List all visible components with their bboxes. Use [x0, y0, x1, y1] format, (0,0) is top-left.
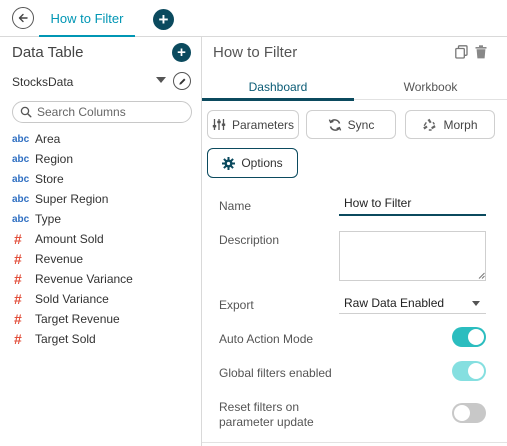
- reset-filters-toggle[interactable]: [452, 403, 486, 423]
- number-type-icon: #: [14, 291, 22, 307]
- recycle-icon: [423, 118, 437, 131]
- column-label: Super Region: [35, 192, 109, 206]
- list-item[interactable]: abc Area: [12, 129, 197, 149]
- parameters-button[interactable]: Parameters: [207, 110, 299, 139]
- divider: [202, 442, 507, 443]
- text-type-icon: abc: [12, 153, 30, 165]
- list-item[interactable]: # Target Revenue: [12, 309, 197, 329]
- list-item[interactable]: # Amount Sold: [12, 229, 197, 249]
- number-type-icon: #: [14, 231, 22, 247]
- name-label: Name: [219, 199, 252, 213]
- number-type-icon: #: [14, 331, 22, 347]
- list-item[interactable]: # Sold Variance: [12, 289, 197, 309]
- trash-icon[interactable]: [475, 45, 487, 62]
- data-table-panel: Data Table + StocksData abc Area abc Regio…: [0, 37, 202, 446]
- properties-panel: How to Filter Dashboard Workbook Paramet…: [202, 37, 507, 446]
- reset-filters-label-line1: Reset filters on: [219, 400, 300, 414]
- resize-grip-icon[interactable]: [478, 272, 485, 279]
- sync-label: Sync: [347, 117, 375, 132]
- tab-dashboard[interactable]: Dashboard: [202, 74, 354, 101]
- back-arrow-icon: [18, 13, 28, 23]
- number-type-icon: #: [14, 311, 22, 327]
- chevron-down-icon[interactable]: [156, 77, 166, 83]
- export-select[interactable]: Raw Data Enabled: [339, 292, 486, 314]
- list-item[interactable]: abc Super Region: [12, 189, 197, 209]
- properties-title: How to Filter: [213, 44, 298, 61]
- edit-data-source-button[interactable]: [173, 72, 191, 90]
- data-table-title: Data Table: [12, 44, 84, 61]
- column-label: Revenue Variance: [35, 272, 133, 286]
- toggle-knob: [468, 363, 484, 379]
- list-item[interactable]: # Target Sold: [12, 329, 197, 349]
- auto-action-toggle[interactable]: [452, 327, 486, 347]
- pencil-icon: [178, 78, 185, 85]
- column-label: Amount Sold: [35, 232, 104, 246]
- options-label: Options: [241, 156, 283, 170]
- add-column-button[interactable]: +: [172, 43, 191, 62]
- column-list: abc Area abc Region abc Store abc Super Regi…: [12, 129, 197, 349]
- export-label: Export: [219, 298, 254, 312]
- export-value: Raw Data Enabled: [344, 295, 445, 310]
- list-item[interactable]: abc Region: [12, 149, 197, 169]
- column-label: Revenue: [35, 252, 84, 266]
- text-type-icon: abc: [12, 133, 30, 145]
- number-type-icon: #: [14, 251, 22, 267]
- add-tab-button[interactable]: +: [153, 9, 174, 30]
- toggle-knob: [454, 405, 470, 421]
- sync-button[interactable]: Sync: [306, 110, 396, 139]
- column-label: Region: [35, 152, 74, 166]
- options-button[interactable]: Options: [207, 148, 298, 178]
- tab-workbook[interactable]: Workbook: [354, 74, 507, 100]
- description-field[interactable]: [339, 231, 486, 281]
- top-tab-bar: How to Filter +: [0, 0, 507, 38]
- auto-action-label: Auto Action Mode: [219, 332, 314, 346]
- list-item[interactable]: abc Type: [12, 209, 197, 229]
- plus-icon: +: [177, 44, 186, 61]
- parameters-label: Parameters: [231, 117, 295, 132]
- number-type-icon: #: [14, 271, 22, 287]
- text-type-icon: abc: [12, 173, 30, 185]
- search-columns-box[interactable]: [12, 101, 192, 123]
- text-type-icon: abc: [12, 193, 30, 205]
- back-button[interactable]: [12, 7, 34, 29]
- list-item[interactable]: abc Store: [12, 169, 197, 189]
- gear-icon: [222, 156, 236, 170]
- properties-subtabs: Dashboard Workbook: [202, 74, 507, 101]
- description-label: Description: [219, 233, 280, 247]
- sliders-icon: [212, 119, 226, 130]
- data-source-name[interactable]: StocksData: [12, 75, 73, 89]
- tab-how-to-filter[interactable]: How to Filter: [39, 0, 135, 38]
- column-label: Type: [35, 212, 62, 226]
- chevron-down-icon: [472, 301, 480, 306]
- search-columns-input[interactable]: [37, 104, 187, 120]
- column-label: Target Revenue: [35, 312, 120, 326]
- text-type-icon: abc: [12, 213, 30, 225]
- sync-icon: [328, 118, 341, 131]
- morph-button[interactable]: Morph: [405, 110, 495, 139]
- column-label: Sold Variance: [35, 292, 109, 306]
- list-item[interactable]: # Revenue Variance: [12, 269, 197, 289]
- plus-icon: +: [158, 10, 169, 29]
- morph-label: Morph: [443, 117, 478, 132]
- list-item[interactable]: # Revenue: [12, 249, 197, 269]
- toggle-knob: [468, 329, 484, 345]
- reset-filters-label-line2: parameter update: [219, 415, 314, 429]
- column-label: Target Sold: [35, 332, 96, 346]
- global-filters-toggle[interactable]: [452, 361, 486, 381]
- copy-icon[interactable]: [455, 45, 468, 62]
- column-label: Store: [35, 172, 64, 186]
- column-label: Area: [35, 132, 61, 146]
- global-filters-label: Global filters enabled: [219, 366, 332, 380]
- name-field[interactable]: [339, 192, 486, 216]
- search-icon: [20, 106, 32, 118]
